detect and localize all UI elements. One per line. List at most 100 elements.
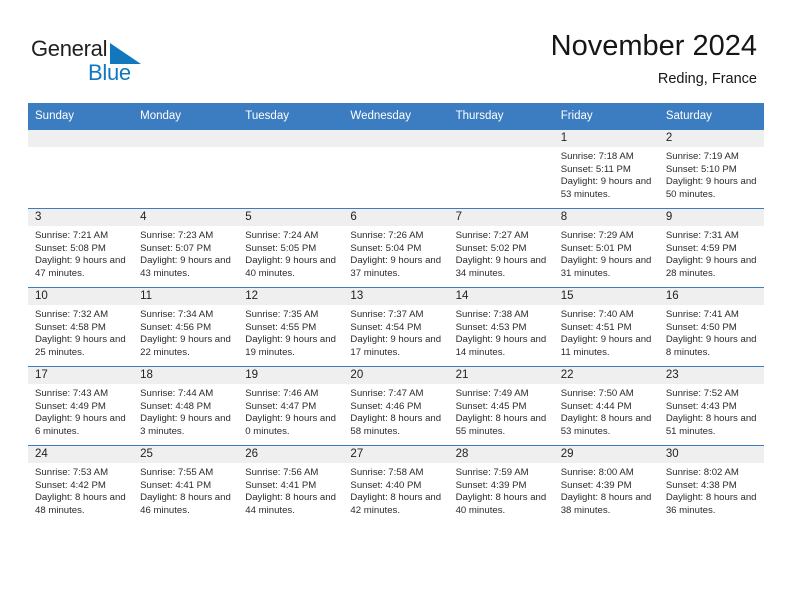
sunrise-text: Sunrise: 7:26 AM xyxy=(350,230,424,241)
sunset-text: Sunset: 4:39 PM xyxy=(560,479,632,491)
day-details: Sunrise: 7:47 AM Sunset: 4:46 PM Daylight:… xyxy=(343,384,448,438)
sunrise-text: Sunrise: 7:24 AM xyxy=(245,230,319,241)
day-details: Sunrise: 7:37 AM Sunset: 4:54 PM Daylight:… xyxy=(343,305,448,359)
calendar-day-cell[interactable]: 27 Sunrise: 7:58 AM Sunset: 4:40 PM Dayligh… xyxy=(343,445,449,524)
calendar-day-cell[interactable]: 17 Sunrise: 7:43 AM Sunset: 4:49 PM Dayligh… xyxy=(28,366,134,446)
calendar-day-cell[interactable]: 23 Sunrise: 7:52 AM Sunset: 4:43 PM Dayligh… xyxy=(658,366,764,446)
day-details: Sunrise: 7:40 AM Sunset: 4:51 PM Daylight:… xyxy=(554,305,659,359)
sunrise-text: Sunrise: 7:21 AM xyxy=(35,230,109,241)
daylight-text: Daylight: 9 hours and 37 minutes. xyxy=(350,255,442,279)
daylight-text: Daylight: 9 hours and 50 minutes. xyxy=(665,176,757,200)
day-number: 29 xyxy=(553,446,659,463)
calendar-day-cell[interactable]: 21 Sunrise: 7:49 AM Sunset: 4:45 PM Dayligh… xyxy=(448,366,554,446)
day-details: Sunrise: 7:31 AM Sunset: 4:59 PM Daylight:… xyxy=(659,226,764,280)
day-number: 25 xyxy=(133,446,239,463)
calendar-day-cell[interactable]: 4 Sunrise: 7:23 AM Sunset: 5:07 PM Daylight… xyxy=(133,208,239,288)
sunrise-text: Sunrise: 7:55 AM xyxy=(140,467,214,478)
calendar-day-cell[interactable]: 3 Sunrise: 7:21 AM Sunset: 5:08 PM Daylight… xyxy=(28,208,134,288)
day-number: 5 xyxy=(238,209,344,226)
sunset-text: Sunset: 5:10 PM xyxy=(665,163,737,175)
sunrise-text: Sunrise: 7:53 AM xyxy=(35,467,109,478)
calendar-day-cell[interactable]: 1 Sunrise: 7:18 AM Sunset: 5:11 PM Daylight… xyxy=(553,129,659,209)
day-details: Sunrise: 7:32 AM Sunset: 4:58 PM Daylight:… xyxy=(28,305,133,359)
calendar-day-cell[interactable]: 6 Sunrise: 7:26 AM Sunset: 5:04 PM Daylight… xyxy=(343,208,449,288)
calendar-day-cell[interactable]: 30 Sunrise: 8:02 AM Sunset: 4:38 PM Dayligh… xyxy=(658,445,764,524)
day-details: Sunrise: 7:27 AM Sunset: 5:02 PM Daylight:… xyxy=(449,226,554,280)
calendar-day-cell-empty xyxy=(448,129,554,209)
day-details: Sunrise: 7:49 AM Sunset: 4:45 PM Daylight:… xyxy=(449,384,554,438)
calendar-day-cell[interactable]: 13 Sunrise: 7:37 AM Sunset: 4:54 PM Dayligh… xyxy=(343,287,449,367)
sunrise-text: Sunrise: 7:32 AM xyxy=(35,309,109,320)
day-details: Sunrise: 8:00 AM Sunset: 4:39 PM Daylight:… xyxy=(554,463,659,517)
calendar-day-cell[interactable]: 26 Sunrise: 7:56 AM Sunset: 4:41 PM Dayligh… xyxy=(238,445,344,524)
sunrise-text: Sunrise: 7:37 AM xyxy=(350,309,424,320)
sunset-text: Sunset: 4:42 PM xyxy=(35,479,106,491)
day-number: 9 xyxy=(658,209,764,226)
calendar-page: General Blue November 2024 Reding, Franc… xyxy=(0,0,792,612)
calendar-day-cell[interactable]: 24 Sunrise: 7:53 AM Sunset: 4:42 PM Dayligh… xyxy=(28,445,134,524)
sunrise-text: Sunrise: 7:43 AM xyxy=(35,388,109,399)
calendar-day-cell[interactable]: 7 Sunrise: 7:27 AM Sunset: 5:02 PM Daylight… xyxy=(448,208,554,288)
sunset-text: Sunset: 5:05 PM xyxy=(245,242,317,254)
brand-logo-blue-text: Blue xyxy=(88,60,131,85)
sunrise-text: Sunrise: 7:31 AM xyxy=(665,230,739,241)
brand-logo[interactable]: General Blue xyxy=(31,36,161,88)
calendar-day-cell[interactable]: 28 Sunrise: 7:59 AM Sunset: 4:39 PM Dayligh… xyxy=(448,445,554,524)
day-details: Sunrise: 7:24 AM Sunset: 5:05 PM Daylight:… xyxy=(238,226,343,280)
calendar-day-cell[interactable]: 19 Sunrise: 7:46 AM Sunset: 4:47 PM Dayligh… xyxy=(238,366,344,446)
sunset-text: Sunset: 4:45 PM xyxy=(455,400,527,412)
calendar-day-cell[interactable]: 25 Sunrise: 7:55 AM Sunset: 4:41 PM Dayligh… xyxy=(133,445,239,524)
calendar-day-cell[interactable]: 29 Sunrise: 8:00 AM Sunset: 4:39 PM Dayligh… xyxy=(553,445,659,524)
day-number: 11 xyxy=(133,288,239,305)
sunrise-text: Sunrise: 7:23 AM xyxy=(140,230,214,241)
sunset-text: Sunset: 4:58 PM xyxy=(35,321,106,333)
sunrise-text: Sunrise: 7:52 AM xyxy=(665,388,739,399)
day-details: Sunrise: 7:23 AM Sunset: 5:07 PM Daylight:… xyxy=(133,226,238,280)
calendar-day-cell[interactable]: 5 Sunrise: 7:24 AM Sunset: 5:05 PM Daylight… xyxy=(238,208,344,288)
calendar-day-cell[interactable]: 12 Sunrise: 7:35 AM Sunset: 4:55 PM Dayligh… xyxy=(238,287,344,367)
day-number: 27 xyxy=(343,446,449,463)
weekday-header-wednesday: Wednesday xyxy=(343,103,449,130)
day-details: Sunrise: 7:52 AM Sunset: 4:43 PM Daylight:… xyxy=(659,384,764,438)
day-number: 13 xyxy=(343,288,449,305)
day-details: Sunrise: 7:41 AM Sunset: 4:50 PM Daylight:… xyxy=(659,305,764,359)
daylight-text: Daylight: 9 hours and 40 minutes. xyxy=(245,255,336,279)
sunrise-text: Sunrise: 7:44 AM xyxy=(140,388,214,399)
calendar-body: 1 Sunrise: 7:18 AM Sunset: 5:11 PM Daylight… xyxy=(28,129,764,524)
page-header: General Blue November 2024 Reding, Franc… xyxy=(0,0,792,103)
sunset-text: Sunset: 4:48 PM xyxy=(140,400,212,412)
brand-logo-general-text: General xyxy=(31,36,108,61)
page-title: November 2024 xyxy=(550,30,757,62)
calendar-week-row: 3 Sunrise: 7:21 AM Sunset: 5:08 PM Daylight… xyxy=(28,208,764,288)
daylight-text: Daylight: 9 hours and 25 minutes. xyxy=(35,334,126,358)
daylight-text: Daylight: 9 hours and 43 minutes. xyxy=(140,255,231,279)
calendar-day-cell[interactable]: 16 Sunrise: 7:41 AM Sunset: 4:50 PM Dayligh… xyxy=(658,287,764,367)
calendar-day-cell[interactable]: 10 Sunrise: 7:32 AM Sunset: 4:58 PM Dayligh… xyxy=(28,287,134,367)
day-details: Sunrise: 7:34 AM Sunset: 4:56 PM Daylight:… xyxy=(133,305,238,359)
day-details: Sunrise: 7:44 AM Sunset: 4:48 PM Daylight:… xyxy=(133,384,238,438)
calendar-day-cell[interactable]: 9 Sunrise: 7:31 AM Sunset: 4:59 PM Daylight… xyxy=(658,208,764,288)
calendar-day-cell[interactable]: 14 Sunrise: 7:38 AM Sunset: 4:53 PM Dayligh… xyxy=(448,287,554,367)
calendar-day-cell[interactable]: 8 Sunrise: 7:29 AM Sunset: 5:01 PM Daylight… xyxy=(553,208,659,288)
calendar-day-cell[interactable]: 2 Sunrise: 7:19 AM Sunset: 5:10 PM Daylight… xyxy=(658,129,764,209)
calendar-day-cell[interactable]: 15 Sunrise: 7:40 AM Sunset: 4:51 PM Dayligh… xyxy=(553,287,659,367)
daylight-text: Daylight: 8 hours and 58 minutes. xyxy=(350,413,442,437)
daylight-text: Daylight: 8 hours and 44 minutes. xyxy=(245,492,336,516)
sunrise-text: Sunrise: 7:40 AM xyxy=(560,309,634,320)
sunset-text: Sunset: 5:04 PM xyxy=(350,242,422,254)
daylight-text: Daylight: 8 hours and 51 minutes. xyxy=(665,413,757,437)
day-details: Sunrise: 7:19 AM Sunset: 5:10 PM Daylight:… xyxy=(659,147,764,201)
calendar-day-cell[interactable]: 22 Sunrise: 7:50 AM Sunset: 4:44 PM Dayligh… xyxy=(553,366,659,446)
daylight-text: Daylight: 9 hours and 11 minutes. xyxy=(560,334,652,358)
day-details: Sunrise: 7:18 AM Sunset: 5:11 PM Daylight:… xyxy=(554,147,659,201)
day-number: 24 xyxy=(28,446,134,463)
day-details: Sunrise: 7:46 AM Sunset: 4:47 PM Daylight:… xyxy=(238,384,343,438)
calendar-day-cell[interactable]: 11 Sunrise: 7:34 AM Sunset: 4:56 PM Dayligh… xyxy=(133,287,239,367)
calendar-day-cell[interactable]: 18 Sunrise: 7:44 AM Sunset: 4:48 PM Dayligh… xyxy=(133,366,239,446)
sunset-text: Sunset: 4:44 PM xyxy=(560,400,632,412)
sunrise-text: Sunrise: 7:41 AM xyxy=(665,309,739,320)
day-number xyxy=(448,130,554,147)
daylight-text: Daylight: 9 hours and 14 minutes. xyxy=(455,334,547,358)
day-details: Sunrise: 7:59 AM Sunset: 4:39 PM Daylight:… xyxy=(449,463,554,517)
calendar-day-cell[interactable]: 20 Sunrise: 7:47 AM Sunset: 4:46 PM Dayligh… xyxy=(343,366,449,446)
